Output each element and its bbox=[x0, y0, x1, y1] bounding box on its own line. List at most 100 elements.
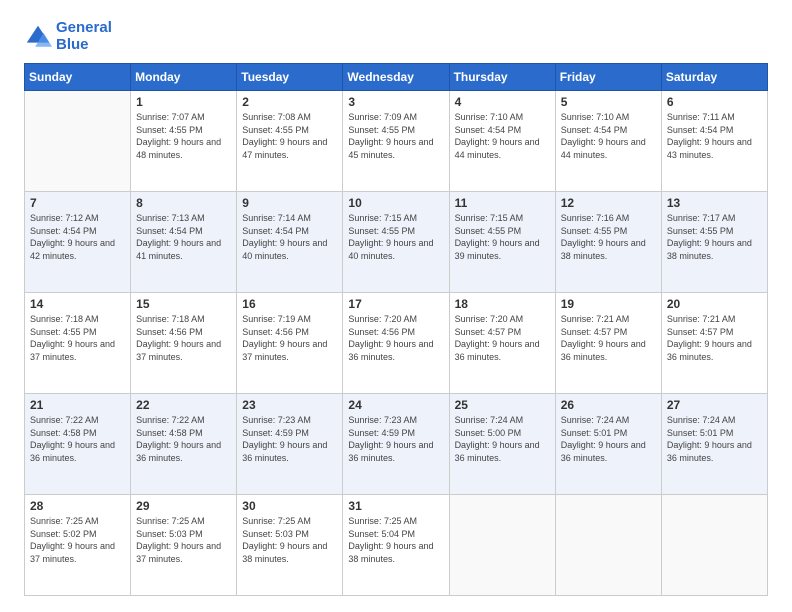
day-info: Sunrise: 7:23 AMSunset: 4:59 PMDaylight:… bbox=[348, 414, 443, 464]
day-cell bbox=[449, 495, 555, 596]
day-number: 3 bbox=[348, 95, 443, 109]
day-cell: 10 Sunrise: 7:15 AMSunset: 4:55 PMDayligh… bbox=[343, 192, 449, 293]
day-number: 10 bbox=[348, 196, 443, 210]
day-info: Sunrise: 7:21 AMSunset: 4:57 PMDaylight:… bbox=[667, 313, 762, 363]
day-number: 2 bbox=[242, 95, 337, 109]
day-cell: 25 Sunrise: 7:24 AMSunset: 5:00 PMDayligh… bbox=[449, 394, 555, 495]
day-cell: 6 Sunrise: 7:11 AMSunset: 4:54 PMDaylight… bbox=[661, 91, 767, 192]
day-number: 25 bbox=[455, 398, 550, 412]
day-cell: 14 Sunrise: 7:18 AMSunset: 4:55 PMDayligh… bbox=[25, 293, 131, 394]
day-number: 19 bbox=[561, 297, 656, 311]
day-number: 20 bbox=[667, 297, 762, 311]
day-number: 23 bbox=[242, 398, 337, 412]
col-header-thursday: Thursday bbox=[449, 64, 555, 91]
day-number: 5 bbox=[561, 95, 656, 109]
day-number: 16 bbox=[242, 297, 337, 311]
day-number: 18 bbox=[455, 297, 550, 311]
week-row-4: 21 Sunrise: 7:22 AMSunset: 4:58 PMDayligh… bbox=[25, 394, 768, 495]
day-cell: 19Sunrise: 7:21 AMSunset: 4:57 PMDayligh… bbox=[555, 293, 661, 394]
day-number: 6 bbox=[667, 95, 762, 109]
day-number: 27 bbox=[667, 398, 762, 412]
day-cell: 21 Sunrise: 7:22 AMSunset: 4:58 PMDayligh… bbox=[25, 394, 131, 495]
day-cell: 30 Sunrise: 7:25 AMSunset: 5:03 PMDayligh… bbox=[237, 495, 343, 596]
day-cell: 3 Sunrise: 7:09 AMSunset: 4:55 PMDaylight… bbox=[343, 91, 449, 192]
day-info: Sunrise: 7:18 AMSunset: 4:56 PMDaylight:… bbox=[136, 313, 231, 363]
day-number: 26 bbox=[561, 398, 656, 412]
day-cell: 31 Sunrise: 7:25 AMSunset: 5:04 PMDayligh… bbox=[343, 495, 449, 596]
day-cell: 20 Sunrise: 7:21 AMSunset: 4:57 PMDayligh… bbox=[661, 293, 767, 394]
day-info: Sunrise: 7:25 AMSunset: 5:04 PMDaylight:… bbox=[348, 515, 443, 565]
day-cell: 15 Sunrise: 7:18 AMSunset: 4:56 PMDayligh… bbox=[131, 293, 237, 394]
day-number: 14 bbox=[30, 297, 125, 311]
day-info: Sunrise: 7:20 AMSunset: 4:56 PMDaylight:… bbox=[348, 313, 443, 363]
day-info: Sunrise: 7:09 AMSunset: 4:55 PMDaylight:… bbox=[348, 111, 443, 161]
day-info: Sunrise: 7:24 AMSunset: 5:01 PMDaylight:… bbox=[667, 414, 762, 464]
day-info: Sunrise: 7:25 AMSunset: 5:03 PMDaylight:… bbox=[242, 515, 337, 565]
day-cell: 28 Sunrise: 7:25 AMSunset: 5:02 PMDayligh… bbox=[25, 495, 131, 596]
day-number: 13 bbox=[667, 196, 762, 210]
day-info: Sunrise: 7:24 AMSunset: 5:00 PMDaylight:… bbox=[455, 414, 550, 464]
col-header-saturday: Saturday bbox=[661, 64, 767, 91]
day-info: Sunrise: 7:22 AMSunset: 4:58 PMDaylight:… bbox=[30, 414, 125, 464]
day-info: Sunrise: 7:14 AMSunset: 4:54 PMDaylight:… bbox=[242, 212, 337, 262]
calendar-table: SundayMondayTuesdayWednesdayThursdayFrid… bbox=[24, 63, 768, 596]
day-info: Sunrise: 7:18 AMSunset: 4:55 PMDaylight:… bbox=[30, 313, 125, 363]
day-cell: 24Sunrise: 7:23 AMSunset: 4:59 PMDayligh… bbox=[343, 394, 449, 495]
day-info: Sunrise: 7:17 AMSunset: 4:55 PMDaylight:… bbox=[667, 212, 762, 262]
day-number: 21 bbox=[30, 398, 125, 412]
day-info: Sunrise: 7:25 AMSunset: 5:03 PMDaylight:… bbox=[136, 515, 231, 565]
day-cell: 16 Sunrise: 7:19 AMSunset: 4:56 PMDayligh… bbox=[237, 293, 343, 394]
day-info: Sunrise: 7:15 AMSunset: 4:55 PMDaylight:… bbox=[455, 212, 550, 262]
day-number: 22 bbox=[136, 398, 231, 412]
col-header-monday: Monday bbox=[131, 64, 237, 91]
day-info: Sunrise: 7:19 AMSunset: 4:56 PMDaylight:… bbox=[242, 313, 337, 363]
page: General Blue SundayMondayTuesdayWednesda… bbox=[0, 0, 792, 612]
day-cell bbox=[555, 495, 661, 596]
day-info: Sunrise: 7:25 AMSunset: 5:02 PMDaylight:… bbox=[30, 515, 125, 565]
day-info: Sunrise: 7:15 AMSunset: 4:55 PMDaylight:… bbox=[348, 212, 443, 262]
day-cell bbox=[25, 91, 131, 192]
day-cell: 23 Sunrise: 7:23 AMSunset: 4:59 PMDayligh… bbox=[237, 394, 343, 495]
week-row-5: 28 Sunrise: 7:25 AMSunset: 5:02 PMDayligh… bbox=[25, 495, 768, 596]
day-cell: 12Sunrise: 7:16 AMSunset: 4:55 PMDayligh… bbox=[555, 192, 661, 293]
day-number: 1 bbox=[136, 95, 231, 109]
day-number: 9 bbox=[242, 196, 337, 210]
day-cell: 22 Sunrise: 7:22 AMSunset: 4:58 PMDayligh… bbox=[131, 394, 237, 495]
day-number: 29 bbox=[136, 499, 231, 513]
day-number: 4 bbox=[455, 95, 550, 109]
col-header-tuesday: Tuesday bbox=[237, 64, 343, 91]
week-row-2: 7Sunrise: 7:12 AMSunset: 4:54 PMDaylight… bbox=[25, 192, 768, 293]
day-cell: 26Sunrise: 7:24 AMSunset: 5:01 PMDayligh… bbox=[555, 394, 661, 495]
day-info: Sunrise: 7:20 AMSunset: 4:57 PMDaylight:… bbox=[455, 313, 550, 363]
day-cell: 29 Sunrise: 7:25 AMSunset: 5:03 PMDayligh… bbox=[131, 495, 237, 596]
day-info: Sunrise: 7:10 AMSunset: 4:54 PMDaylight:… bbox=[561, 111, 656, 161]
day-cell: 13 Sunrise: 7:17 AMSunset: 4:55 PMDayligh… bbox=[661, 192, 767, 293]
day-cell bbox=[661, 495, 767, 596]
day-cell: 8 Sunrise: 7:13 AMSunset: 4:54 PMDaylight… bbox=[131, 192, 237, 293]
day-info: Sunrise: 7:13 AMSunset: 4:54 PMDaylight:… bbox=[136, 212, 231, 262]
day-info: Sunrise: 7:23 AMSunset: 4:59 PMDaylight:… bbox=[242, 414, 337, 464]
day-number: 30 bbox=[242, 499, 337, 513]
logo-text: General Blue bbox=[56, 20, 112, 53]
day-number: 17 bbox=[348, 297, 443, 311]
day-cell: 9 Sunrise: 7:14 AMSunset: 4:54 PMDaylight… bbox=[237, 192, 343, 293]
day-number: 28 bbox=[30, 499, 125, 513]
logo: General Blue bbox=[24, 20, 112, 53]
week-row-1: 1Sunrise: 7:07 AMSunset: 4:55 PMDaylight… bbox=[25, 91, 768, 192]
day-cell: 2Sunrise: 7:08 AMSunset: 4:55 PMDaylight… bbox=[237, 91, 343, 192]
day-info: Sunrise: 7:22 AMSunset: 4:58 PMDaylight:… bbox=[136, 414, 231, 464]
day-cell: 17 Sunrise: 7:20 AMSunset: 4:56 PMDayligh… bbox=[343, 293, 449, 394]
day-number: 11 bbox=[455, 196, 550, 210]
day-cell: 4 Sunrise: 7:10 AMSunset: 4:54 PMDaylight… bbox=[449, 91, 555, 192]
header-row: SundayMondayTuesdayWednesdayThursdayFrid… bbox=[25, 64, 768, 91]
col-header-friday: Friday bbox=[555, 64, 661, 91]
day-number: 31 bbox=[348, 499, 443, 513]
day-info: Sunrise: 7:10 AMSunset: 4:54 PMDaylight:… bbox=[455, 111, 550, 161]
day-info: Sunrise: 7:11 AMSunset: 4:54 PMDaylight:… bbox=[667, 111, 762, 161]
day-number: 8 bbox=[136, 196, 231, 210]
day-number: 15 bbox=[136, 297, 231, 311]
logo-icon bbox=[24, 23, 52, 51]
col-header-wednesday: Wednesday bbox=[343, 64, 449, 91]
day-number: 12 bbox=[561, 196, 656, 210]
day-number: 7 bbox=[30, 196, 125, 210]
